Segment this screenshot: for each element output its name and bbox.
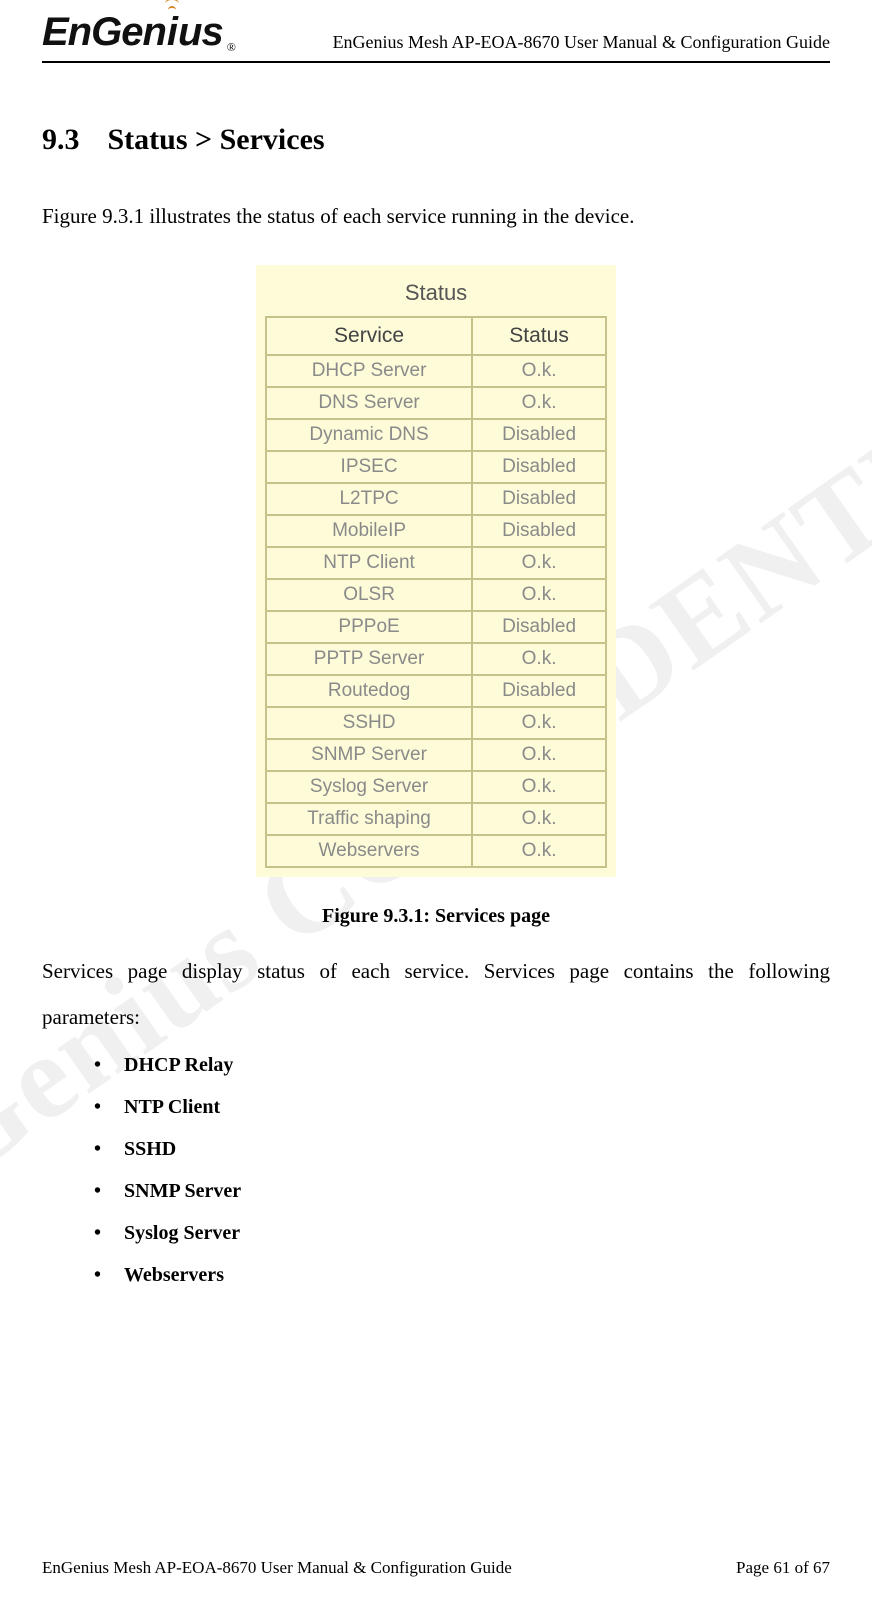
col-status: Status <box>472 317 606 355</box>
list-item: Webservers <box>94 1254 830 1296</box>
cell-service: SNMP Server <box>266 739 472 771</box>
status-table: Service Status DHCP ServerO.k. DNS Serve… <box>265 316 607 868</box>
cell-status: O.k. <box>472 707 606 739</box>
cell-service: SSHD <box>266 707 472 739</box>
cell-status: Disabled <box>472 611 606 643</box>
cell-status: Disabled <box>472 451 606 483</box>
page-footer: EnGenius Mesh AP-EOA-8670 User Manual & … <box>42 1558 830 1578</box>
cell-service: Dynamic DNS <box>266 419 472 451</box>
cell-status: O.k. <box>472 547 606 579</box>
registered-mark-icon: ® <box>227 40 236 55</box>
logo-i-icon: i <box>166 10 178 55</box>
list-item: Syslog Server <box>94 1212 830 1254</box>
status-panel-title: Status <box>265 274 607 316</box>
cell-status: O.k. <box>472 643 606 675</box>
status-panel: Status Service Status DHCP ServerO.k. DN… <box>256 265 616 877</box>
figure-caption: Figure 9.3.1: Services page <box>42 905 830 928</box>
page-container: EnGeni us ® EnGenius Mesh AP-EOA-8670 Us… <box>0 0 872 1604</box>
page-content: 9.3 Status > Services Figure 9.3.1 illust… <box>42 63 830 1296</box>
list-item: SNMP Server <box>94 1170 830 1212</box>
cell-status: Disabled <box>472 675 606 707</box>
table-row: WebserversO.k. <box>266 835 606 867</box>
table-row: PPTP ServerO.k. <box>266 643 606 675</box>
table-row: L2TPCDisabled <box>266 483 606 515</box>
cell-service: Routedog <box>266 675 472 707</box>
parameters-list: DHCP Relay NTP Client SSHD SNMP Server S… <box>42 1044 830 1296</box>
cell-service: IPSEC <box>266 451 472 483</box>
cell-status: O.k. <box>472 771 606 803</box>
cell-service: PPPoE <box>266 611 472 643</box>
cell-service: OLSR <box>266 579 472 611</box>
table-row: SSHDO.k. <box>266 707 606 739</box>
table-row: Traffic shapingO.k. <box>266 803 606 835</box>
table-header-row: Service Status <box>266 317 606 355</box>
cell-service: Traffic shaping <box>266 803 472 835</box>
section-number: 9.3 <box>42 123 80 157</box>
logo-text: EnGeni us <box>42 10 223 55</box>
table-row: SNMP ServerO.k. <box>266 739 606 771</box>
description-paragraph: Services page display status of each ser… <box>42 948 830 1040</box>
cell-service: Syslog Server <box>266 771 472 803</box>
cell-status: Disabled <box>472 419 606 451</box>
table-row: NTP ClientO.k. <box>266 547 606 579</box>
cell-service: DNS Server <box>266 387 472 419</box>
cell-status: O.k. <box>472 387 606 419</box>
list-item: NTP Client <box>94 1086 830 1128</box>
table-row: PPPoEDisabled <box>266 611 606 643</box>
section-title: Status > Services <box>108 123 325 156</box>
intro-paragraph: Figure 9.3.1 illustrates the status of e… <box>42 195 830 237</box>
table-row: OLSRO.k. <box>266 579 606 611</box>
cell-status: O.k. <box>472 803 606 835</box>
table-row: DHCP ServerO.k. <box>266 355 606 387</box>
cell-service: NTP Client <box>266 547 472 579</box>
cell-status: O.k. <box>472 835 606 867</box>
page-header: EnGeni us ® EnGenius Mesh AP-EOA-8670 Us… <box>42 0 830 63</box>
wifi-arcs-icon <box>165 0 179 10</box>
brand-logo: EnGeni us ® <box>42 10 236 55</box>
figure-container: Status Service Status DHCP ServerO.k. DN… <box>42 265 830 928</box>
table-row: MobileIPDisabled <box>266 515 606 547</box>
list-item: SSHD <box>94 1128 830 1170</box>
cell-status: O.k. <box>472 739 606 771</box>
table-row: RoutedogDisabled <box>266 675 606 707</box>
footer-right: Page 61 of 67 <box>736 1558 830 1578</box>
cell-status: O.k. <box>472 355 606 387</box>
col-service: Service <box>266 317 472 355</box>
cell-status: Disabled <box>472 515 606 547</box>
cell-service: DHCP Server <box>266 355 472 387</box>
header-doc-title: EnGenius Mesh AP-EOA-8670 User Manual & … <box>333 32 830 55</box>
list-item: DHCP Relay <box>94 1044 830 1086</box>
section-heading: 9.3 Status > Services <box>42 123 830 157</box>
cell-service: L2TPC <box>266 483 472 515</box>
cell-service: PPTP Server <box>266 643 472 675</box>
table-row: Syslog ServerO.k. <box>266 771 606 803</box>
table-row: Dynamic DNSDisabled <box>266 419 606 451</box>
cell-status: O.k. <box>472 579 606 611</box>
table-row: IPSECDisabled <box>266 451 606 483</box>
footer-left: EnGenius Mesh AP-EOA-8670 User Manual & … <box>42 1558 512 1578</box>
cell-status: Disabled <box>472 483 606 515</box>
cell-service: MobileIP <box>266 515 472 547</box>
cell-service: Webservers <box>266 835 472 867</box>
table-row: DNS ServerO.k. <box>266 387 606 419</box>
